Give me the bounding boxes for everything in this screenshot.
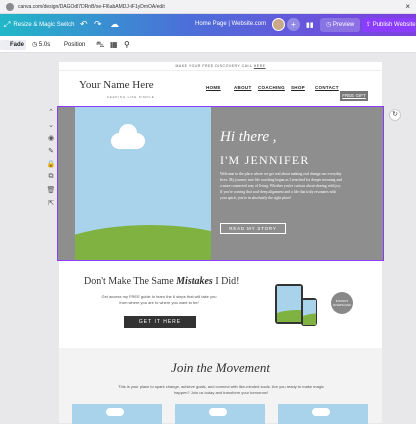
nav-contact[interactable]: CONTACT <box>315 85 339 90</box>
nav-coaching[interactable]: COACHING <box>258 85 285 90</box>
preview-button[interactable]: ◷ Preview <box>320 18 361 32</box>
document-title[interactable]: Home Page | Website.com <box>195 21 266 27</box>
delete-icon[interactable]: 🗑 <box>46 186 56 199</box>
site-tagline: KEEPING LIFE SIMPLE <box>107 95 155 99</box>
phone-mockup[interactable] <box>301 298 317 326</box>
announcement-text: MAKE YOUR FREE DISCOVERY CALL <box>175 64 253 68</box>
lock-icon[interactable]: 🔒 <box>46 160 56 173</box>
position-button[interactable]: Position <box>64 40 85 50</box>
nav-shop[interactable]: SHOP <box>291 85 305 90</box>
preview-icon: ◷ <box>326 22 333 28</box>
heading-emphasis: Mistakes <box>176 276 213 287</box>
nav-home[interactable]: HOME <box>206 85 221 90</box>
hero-greeting[interactable]: Hi there , <box>220 129 277 146</box>
publish-label: Publish Website <box>372 22 416 28</box>
cloud-shape <box>106 408 124 416</box>
avatar[interactable] <box>272 18 285 31</box>
insights-icon[interactable]: ▮▮ <box>306 21 314 29</box>
redo-icon[interactable]: ↷ <box>94 19 102 30</box>
move-down-icon[interactable]: ⌄ <box>46 121 56 134</box>
hill-shape <box>75 225 211 260</box>
add-section-icon[interactable]: ⇱ <box>46 199 56 212</box>
duplicate-icon[interactable]: ⧉ <box>46 173 56 186</box>
website-page[interactable]: MAKE YOUR FREE DISCOVERY CALL HERE Your … <box>57 62 384 424</box>
heading-pre: Don't Make The Same <box>84 276 177 287</box>
hero-body[interactable]: Welcome to the place where we get real a… <box>220 171 343 201</box>
transparency-icon[interactable]: ▦ <box>110 40 118 50</box>
editor-top-bar: ⤢ Resize & Magic Switch ↶ ↷ ☁ Home Page … <box>0 14 416 36</box>
hero-section[interactable]: Hi there , I'M JENNIFER Welcome to the p… <box>57 106 384 261</box>
movement-section[interactable]: Join the Movement This is your place to … <box>59 348 382 424</box>
cloud-shape <box>209 408 227 416</box>
mistakes-body[interactable]: Get access my FREE guide to learn the 6 … <box>99 294 219 306</box>
nav-about[interactable]: ABOUT <box>234 85 252 90</box>
heading-post: I Did! <box>212 276 240 287</box>
preview-label: Preview <box>332 22 355 28</box>
get-it-here-button[interactable]: GET IT HERE <box>124 316 196 328</box>
read-my-story-button[interactable]: READ MY STORY <box>220 223 286 234</box>
announcement-bar: MAKE YOUR FREE DISCOVERY CALL HERE <box>59 62 382 71</box>
free-guide-section[interactable]: Don't Make The Same Mistakes I Did! Get … <box>59 264 382 344</box>
site-info-icon[interactable] <box>6 2 14 11</box>
resize-icon: ⤢ <box>4 20 11 29</box>
close-tab-icon[interactable]: × <box>405 2 410 11</box>
mistakes-heading[interactable]: Don't Make The Same Mistakes I Did! <box>84 276 240 287</box>
url-text[interactable]: canva.com/design/DAGOdl7DRnB/xe-Fl6abAMD… <box>18 4 165 10</box>
undo-icon[interactable]: ↶ <box>80 19 88 30</box>
link-icon[interactable]: ⚲ <box>124 40 130 50</box>
movement-image[interactable] <box>278 404 368 424</box>
instant-download-badge[interactable]: INSTANT DOWNLOAD <box>331 292 353 314</box>
hero-name[interactable]: I'M JENNIFER <box>220 153 310 168</box>
resize-label: Resize & Magic Switch <box>13 22 75 28</box>
duration-label: 5.0s <box>38 42 51 48</box>
page-side-controls: ⌃ ⌄ ◉ ✎ 🔒 ⧉ 🗑 ⇱ <box>46 108 56 212</box>
move-up-icon[interactable]: ⌃ <box>46 108 56 121</box>
context-toolbar: Fade ◷ 5.0s Position ⛍ ▦ ⚲ <box>0 36 416 53</box>
refresh-icon[interactable]: ↻ <box>389 109 401 121</box>
share-plus-button[interactable]: + <box>287 18 300 31</box>
fade-animation-button[interactable]: Fade <box>0 40 27 50</box>
announcement-link[interactable]: HERE <box>254 64 266 68</box>
duration-button[interactable]: ◷ 5.0s <box>32 40 50 50</box>
movement-image[interactable] <box>175 404 265 424</box>
timer-icon: ◷ <box>32 42 39 48</box>
site-header: Your Name Here KEEPING LIFE SIMPLE HOME … <box>59 71 382 106</box>
publish-website-button[interactable]: ⇪ Publish Website <box>362 18 416 32</box>
cloud-shape <box>111 124 145 149</box>
movement-image[interactable] <box>72 404 162 424</box>
free-gift-button[interactable]: FREE GIFT <box>340 91 368 101</box>
hero-image[interactable] <box>75 107 211 260</box>
paint-format-icon[interactable]: ⛍ <box>96 40 104 50</box>
visibility-icon[interactable]: ◉ <box>46 134 56 147</box>
tablet-screen <box>277 286 301 322</box>
tablet-mockup[interactable] <box>275 284 303 324</box>
cloud-shape <box>312 408 330 416</box>
cloud-save-icon[interactable]: ☁ <box>110 19 119 30</box>
upload-icon: ⇪ <box>366 22 373 28</box>
site-name[interactable]: Your Name Here <box>79 79 154 91</box>
comment-icon[interactable]: ✎ <box>46 147 56 160</box>
browser-url-bar[interactable]: canva.com/design/DAGOdl7DRnB/xe-Fl6abAMD… <box>0 0 416 14</box>
resize-magic-switch-button[interactable]: ⤢ Resize & Magic Switch <box>0 20 74 30</box>
phone-screen <box>302 299 316 325</box>
movement-body[interactable]: This is your place to spark change, achi… <box>114 384 328 396</box>
movement-heading[interactable]: Join the Movement <box>59 360 382 376</box>
